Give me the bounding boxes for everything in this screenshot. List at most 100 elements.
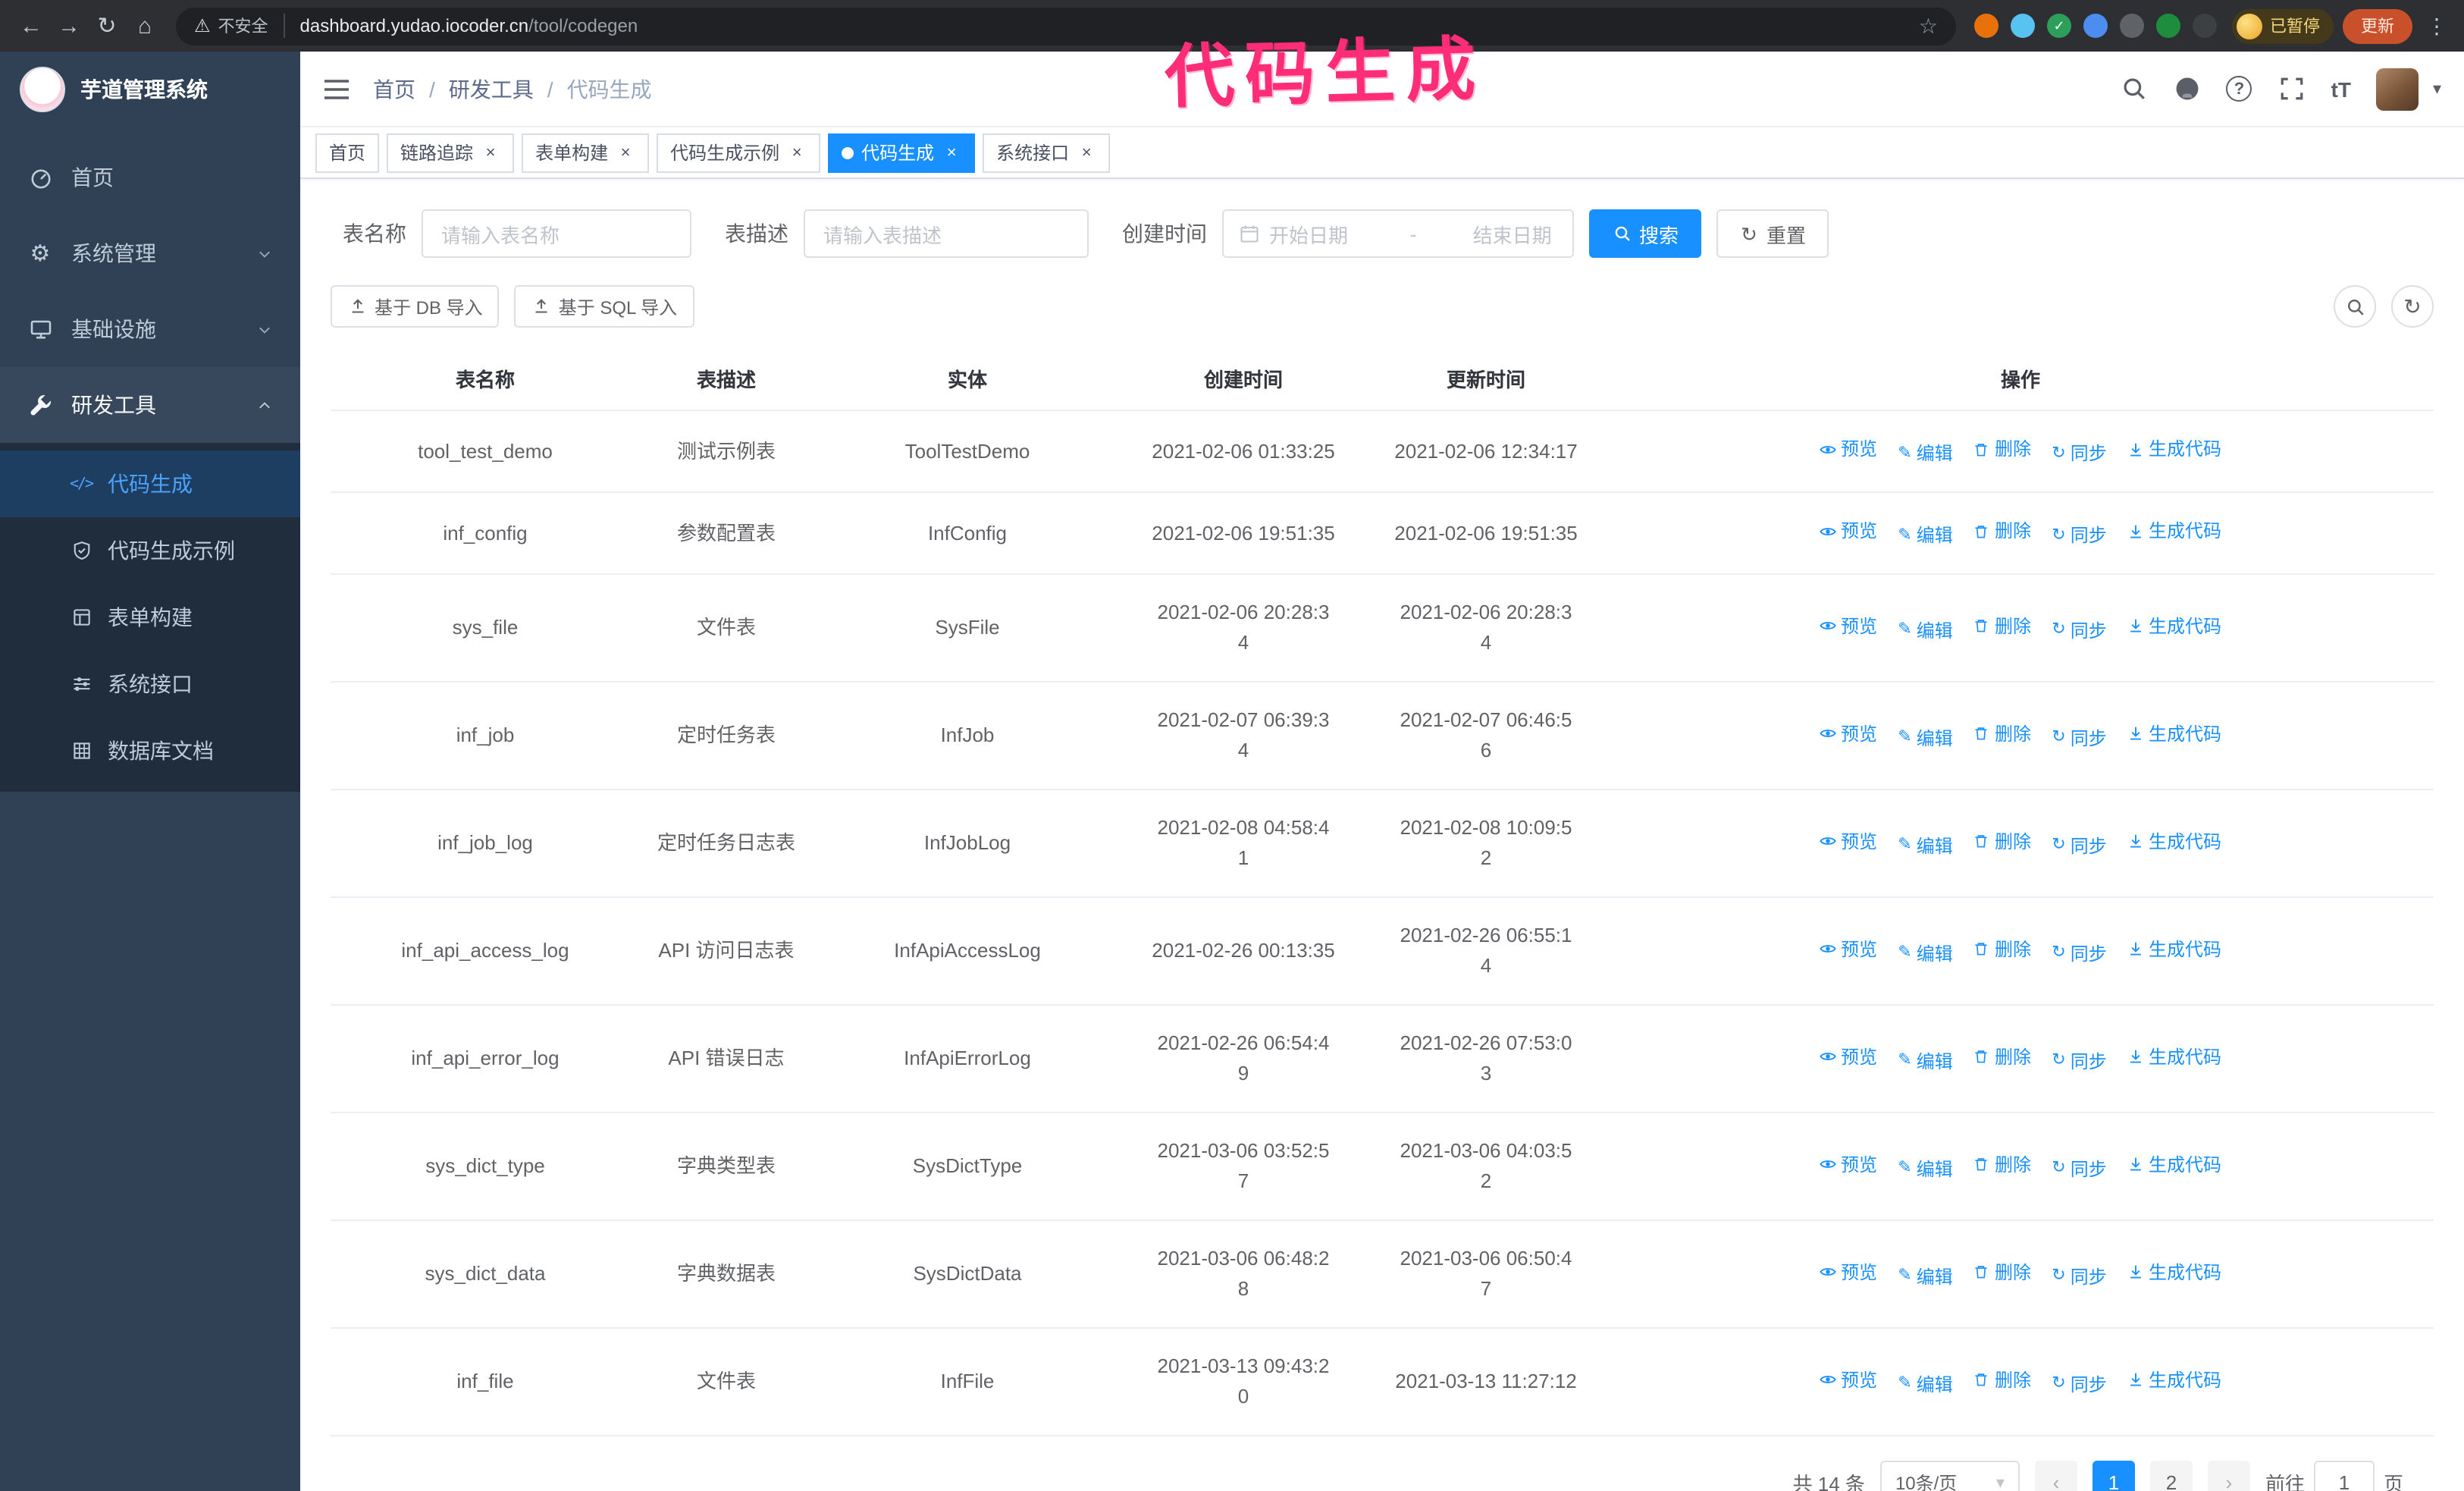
table-row[interactable]: sys_file 文件表 SysFile 2021-02-06 20:28:3 …	[331, 575, 2434, 683]
preview-link[interactable]: 预览	[1820, 1257, 1877, 1287]
delete-link[interactable]: 删除	[1973, 611, 2031, 641]
tab-home[interactable]: 首页	[315, 133, 380, 172]
edit-link[interactable]: ✎ 编辑	[1898, 438, 1952, 469]
sidebar-item-home[interactable]: 首页	[0, 140, 300, 215]
sidebar-logo[interactable]: 芋道管理系统	[0, 52, 300, 127]
close-icon[interactable]: ×	[1077, 143, 1096, 162]
prev-page-button[interactable]: ‹	[2034, 1461, 2077, 1491]
sync-link[interactable]: ↻ 同步	[2052, 520, 2106, 551]
sidebar-item-infra[interactable]: 基础设施	[0, 291, 300, 367]
tab-codegen-demo[interactable]: 代码生成示例 ×	[657, 133, 821, 172]
sync-link[interactable]: ↻ 同步	[2052, 938, 2106, 968]
generate-code-link[interactable]: 生成代码	[2127, 934, 2221, 964]
sidebar-item-api[interactable]: 系统接口	[0, 651, 300, 717]
page-size-select[interactable]: 10条/页 ▾	[1879, 1461, 2020, 1491]
edit-link[interactable]: ✎ 编辑	[1898, 1046, 1952, 1076]
edit-link[interactable]: ✎ 编辑	[1898, 830, 1952, 861]
delete-link[interactable]: 删除	[1973, 1149, 2031, 1179]
sync-link[interactable]: ↻ 同步	[2052, 615, 2106, 645]
preview-link[interactable]: 预览	[1820, 434, 1877, 464]
people-extension-icon[interactable]	[2083, 14, 2108, 38]
table-row[interactable]: sys_dict_type 字典类型表 SysDictType 2021-03-…	[331, 1113, 2434, 1221]
github-icon[interactable]	[2174, 75, 2201, 102]
table-row[interactable]: tool_test_demo 测试示例表 ToolTestDemo 2021-0…	[331, 411, 2434, 493]
edit-link[interactable]: ✎ 编辑	[1898, 1369, 1952, 1399]
breadcrumb-devtools[interactable]: 研发工具	[449, 74, 534, 104]
import-db-button[interactable]: 基于 DB 导入	[331, 285, 500, 328]
import-sql-button[interactable]: 基于 SQL 导入	[514, 285, 694, 328]
table-row[interactable]: inf_config 参数配置表 InfConfig 2021-02-06 19…	[331, 493, 2434, 575]
edit-link[interactable]: ✎ 编辑	[1898, 723, 1952, 753]
sync-link[interactable]: ↻ 同步	[2052, 723, 2106, 753]
security-status[interactable]: ⚠ 不安全	[194, 14, 285, 38]
bookmark-star-icon[interactable]: ☆	[1919, 13, 1938, 39]
preview-link[interactable]: 预览	[1820, 934, 1877, 964]
puzzle-extension-icon[interactable]	[2193, 14, 2217, 38]
preview-link[interactable]: 预览	[1820, 826, 1877, 856]
preview-link[interactable]: 预览	[1820, 1364, 1877, 1395]
generate-code-link[interactable]: 生成代码	[2127, 516, 2221, 546]
preview-link[interactable]: 预览	[1820, 718, 1877, 749]
tab-codegen[interactable]: 代码生成 ×	[828, 133, 976, 172]
sync-link[interactable]: ↻ 同步	[2052, 1046, 2106, 1076]
browser-menu-icon[interactable]: ⋮	[2422, 13, 2452, 39]
delete-link[interactable]: 删除	[1973, 1041, 2031, 1072]
generate-code-link[interactable]: 生成代码	[2127, 611, 2221, 641]
table-row[interactable]: inf_job_log 定时任务日志表 InfJobLog 2021-02-08…	[331, 790, 2434, 898]
sidebar-item-devtools[interactable]: 研发工具	[0, 367, 300, 443]
sidebar-item-codegen[interactable]: </> 代码生成	[0, 450, 300, 517]
browser-update-button[interactable]: 更新	[2343, 8, 2412, 43]
preview-link[interactable]: 预览	[1820, 1149, 1877, 1179]
sync-link[interactable]: ↻ 同步	[2052, 438, 2106, 469]
close-icon[interactable]: ×	[481, 143, 500, 162]
next-page-button[interactable]: ›	[2207, 1461, 2250, 1491]
tab-tracing[interactable]: 链路追踪 ×	[387, 133, 515, 172]
address-bar[interactable]: ⚠ 不安全 dashboard.yudao.iocoder.cn/tool/co…	[176, 7, 1956, 45]
edit-link[interactable]: ✎ 编辑	[1898, 1154, 1952, 1184]
table-row[interactable]: sys_dict_data 字典数据表 SysDictData 2021-03-…	[331, 1221, 2434, 1329]
generate-code-link[interactable]: 生成代码	[2127, 1149, 2221, 1179]
refresh-table-button[interactable]: ↻	[2391, 285, 2434, 328]
edit-link[interactable]: ✎ 编辑	[1898, 520, 1952, 551]
sidebar-item-codegen-demo[interactable]: 代码生成示例	[0, 517, 300, 584]
generate-code-link[interactable]: 生成代码	[2127, 434, 2221, 464]
page-button-2[interactable]: 2	[2149, 1461, 2193, 1491]
help-icon[interactable]: ?	[2226, 76, 2252, 102]
edit-link[interactable]: ✎ 编辑	[1898, 1261, 1952, 1292]
delete-link[interactable]: 删除	[1973, 826, 2031, 856]
generate-code-link[interactable]: 生成代码	[2127, 718, 2221, 749]
sidebar-item-db-doc[interactable]: 数据库文档	[0, 717, 300, 784]
sidebar-item-form-builder[interactable]: 表单构建	[0, 584, 300, 651]
close-icon[interactable]: ×	[616, 143, 635, 162]
reload-icon[interactable]: ↻	[88, 7, 126, 45]
delete-link[interactable]: 删除	[1973, 934, 2031, 964]
delete-link[interactable]: 删除	[1973, 718, 2031, 749]
page-button-1[interactable]: 1	[2092, 1461, 2135, 1491]
user-avatar[interactable]	[2376, 67, 2419, 110]
fullscreen-icon[interactable]	[2278, 75, 2306, 102]
delete-link[interactable]: 删除	[1973, 516, 2031, 546]
toggle-search-button[interactable]	[2334, 285, 2376, 328]
tray-extension-icon[interactable]	[2120, 14, 2144, 38]
generate-code-link[interactable]: 生成代码	[2127, 1041, 2221, 1072]
edit-link[interactable]: ✎ 编辑	[1898, 615, 1952, 645]
font-size-icon[interactable]: tT	[2331, 77, 2351, 101]
goto-page-input[interactable]	[2313, 1461, 2375, 1491]
delete-link[interactable]: 删除	[1973, 1257, 2031, 1287]
hamburger-icon[interactable]	[323, 77, 350, 101]
sync-link[interactable]: ↻ 同步	[2052, 830, 2106, 861]
search-icon[interactable]	[2121, 75, 2148, 102]
forward-icon[interactable]: →	[50, 7, 88, 45]
breadcrumb-home[interactable]: 首页	[373, 74, 415, 104]
table-name-input[interactable]: 请输入表名称	[422, 209, 691, 258]
profile-paused-chip[interactable]: 已暂停	[2232, 8, 2334, 43]
table-row[interactable]: inf_api_access_log API 访问日志表 InfApiAcces…	[331, 898, 2434, 1006]
generate-code-link[interactable]: 生成代码	[2127, 826, 2221, 856]
avatar-caret-icon[interactable]: ▾	[2433, 79, 2441, 99]
date-range-picker[interactable]: 开始日期 - 结束日期	[1222, 209, 1574, 258]
table-row[interactable]: inf_job 定时任务表 InfJob 2021-02-07 06:39:3 …	[331, 683, 2434, 790]
tab-form-builder[interactable]: 表单构建 ×	[522, 133, 650, 172]
table-row[interactable]: inf_file 文件表 InfFile 2021-03-13 09:43:2 …	[331, 1329, 2434, 1436]
generate-code-link[interactable]: 生成代码	[2127, 1257, 2221, 1287]
back-icon[interactable]: ←	[12, 7, 50, 45]
